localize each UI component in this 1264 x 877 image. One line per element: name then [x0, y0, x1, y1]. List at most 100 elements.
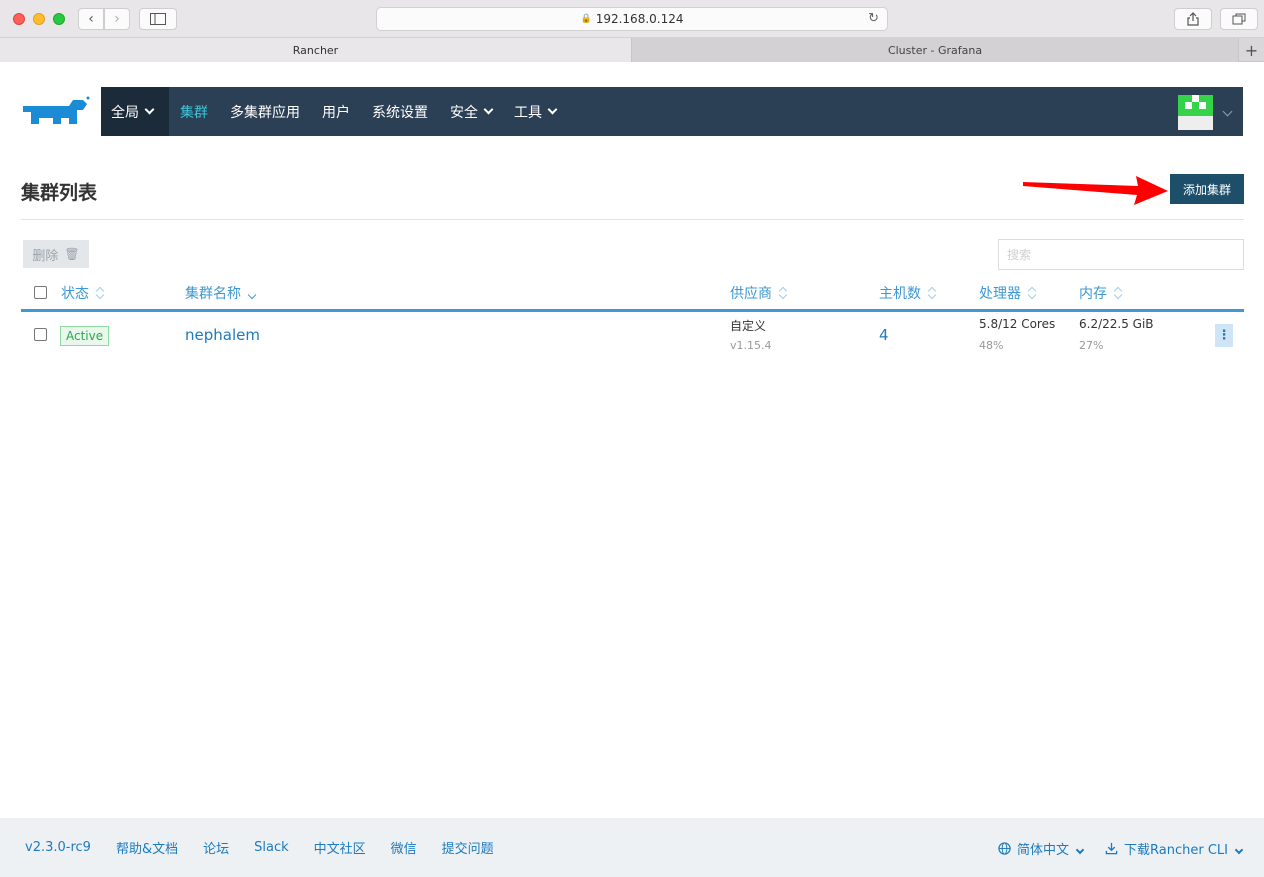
annotation-arrow [1023, 176, 1168, 205]
address-text: 192.168.0.124 [595, 12, 684, 26]
page-title: 集群列表 [21, 182, 98, 204]
sort-icon [1113, 286, 1123, 300]
chevron-down-icon [144, 104, 155, 115]
header-state-label: 状态 [61, 286, 89, 302]
address-bar[interactable]: 🔒 192.168.0.124 ↻ [376, 7, 888, 31]
download-icon [1105, 842, 1118, 855]
top-navigation: 全局 集群 多集群应用 用户 系统设置 安全 工具 [101, 87, 1243, 136]
tab-bar: Rancher Cluster - Grafana + [0, 38, 1264, 62]
trash-icon: 🗑 [64, 247, 80, 261]
rancher-logo[interactable] [21, 94, 91, 130]
chevron-down-icon[interactable] [1222, 106, 1233, 117]
nav-tools-label: 工具 [514, 104, 542, 121]
download-cli-menu[interactable]: 下载Rancher CLI [1105, 839, 1244, 858]
sort-icon [95, 286, 105, 300]
footer-link-issues[interactable]: 提交问题 [442, 838, 494, 857]
share-icon [1187, 12, 1199, 26]
zoom-window-button[interactable] [53, 13, 65, 25]
sort-desc-icon [247, 286, 257, 300]
nav-security[interactable]: 安全 [439, 87, 503, 136]
download-cli-label: 下载Rancher CLI [1124, 843, 1228, 858]
tabs-icon [1232, 13, 1246, 25]
nav-settings-label: 系统设置 [372, 104, 428, 121]
tab-overview-button[interactable] [1220, 8, 1258, 30]
globe-icon [998, 842, 1011, 855]
header-name-label: 集群名称 [185, 286, 241, 302]
share-button[interactable] [1174, 8, 1212, 30]
chevron-left-icon: ‹ [88, 11, 94, 27]
divider [21, 219, 1244, 220]
browser-titlebar: ‹ › 🔒 192.168.0.124 ↻ [0, 0, 1264, 38]
more-vertical-icon: ⋮ [1217, 328, 1231, 343]
header-nodes[interactable]: 主机数 [879, 283, 937, 303]
select-all-checkbox[interactable] [34, 286, 47, 299]
cluster-name-link[interactable]: nephalem [185, 326, 260, 344]
header-cpu-label: 处理器 [979, 286, 1021, 302]
delete-button[interactable]: 删除 🗑 [23, 240, 89, 268]
search-input[interactable] [998, 239, 1244, 270]
chevron-down-icon [547, 104, 558, 115]
forward-button[interactable]: › [104, 8, 130, 30]
nav-tools[interactable]: 工具 [503, 87, 567, 136]
memory-percent: 27% [1079, 339, 1104, 352]
chevron-down-icon [1234, 845, 1244, 854]
memory-value: 6.2/22.5 GiB [1079, 317, 1154, 331]
header-name[interactable]: 集群名称 [185, 283, 257, 303]
minimize-window-button[interactable] [33, 13, 45, 25]
footer-link-community[interactable]: 中文社区 [314, 838, 366, 857]
new-tab-button[interactable]: + [1238, 38, 1264, 62]
header-nodes-label: 主机数 [879, 286, 921, 302]
add-cluster-button[interactable]: 添加集群 [1170, 174, 1244, 204]
plus-icon: + [1244, 40, 1259, 60]
footer-link-forum[interactable]: 论坛 [203, 838, 229, 857]
tab-rancher[interactable]: Rancher [0, 38, 632, 62]
back-button[interactable]: ‹ [78, 8, 104, 30]
nav-users[interactable]: 用户 [311, 87, 361, 136]
lock-icon: 🔒 [580, 14, 592, 24]
footer-version[interactable]: v2.3.0-rc9 [25, 840, 91, 855]
header-state[interactable]: 状态 [61, 283, 105, 303]
row-actions-button[interactable]: ⋮ [1215, 324, 1233, 347]
footer: v2.3.0-rc9 帮助&文档 论坛 Slack 中文社区 微信 提交问题 简… [0, 818, 1264, 877]
sidebar-toggle-button[interactable] [139, 8, 177, 30]
node-count-link[interactable]: 4 [879, 326, 889, 344]
global-menu[interactable]: 全局 [101, 87, 169, 136]
sort-icon [1027, 286, 1037, 300]
language-label: 简体中文 [1017, 843, 1070, 858]
header-provider[interactable]: 供应商 [730, 283, 788, 303]
header-cpu[interactable]: 处理器 [979, 283, 1037, 303]
global-label: 全局 [111, 104, 139, 121]
tab-grafana[interactable]: Cluster - Grafana [632, 38, 1238, 62]
nav-clusters-label: 集群 [180, 104, 208, 121]
table-header-underline [21, 309, 1244, 312]
footer-link-slack[interactable]: Slack [254, 840, 289, 855]
close-window-button[interactable] [13, 13, 25, 25]
header-memory-label: 内存 [1079, 286, 1107, 302]
nav-settings[interactable]: 系统设置 [361, 87, 439, 136]
sort-icon [778, 286, 788, 300]
version-value: v1.15.4 [730, 339, 772, 352]
reload-icon[interactable]: ↻ [868, 11, 879, 26]
header-memory[interactable]: 内存 [1079, 283, 1123, 303]
footer-right: 简体中文 下载Rancher CLI [998, 839, 1244, 858]
chevron-right-icon: › [114, 11, 120, 27]
chevron-down-icon [483, 104, 494, 115]
provider-value: 自定义 [730, 319, 767, 333]
sort-icon [927, 286, 937, 300]
sidebar-icon [150, 13, 166, 25]
row-checkbox[interactable] [34, 328, 47, 341]
cpu-value: 5.8/12 Cores [979, 317, 1056, 331]
language-selector[interactable]: 简体中文 [998, 839, 1085, 858]
footer-link-wechat[interactable]: 微信 [391, 838, 417, 857]
nav-clusters[interactable]: 集群 [169, 87, 219, 136]
delete-label: 删除 [32, 247, 59, 263]
cpu-percent: 48% [979, 339, 1004, 352]
nav-multi-cluster-apps[interactable]: 多集群应用 [219, 87, 311, 136]
chevron-down-icon [1075, 845, 1085, 854]
header-provider-label: 供应商 [730, 286, 772, 302]
status-badge: Active [60, 326, 110, 346]
nav-security-label: 安全 [450, 104, 478, 121]
nav-users-label: 用户 [322, 104, 350, 121]
footer-link-docs[interactable]: 帮助&文档 [116, 838, 178, 857]
user-avatar[interactable] [1178, 95, 1213, 130]
